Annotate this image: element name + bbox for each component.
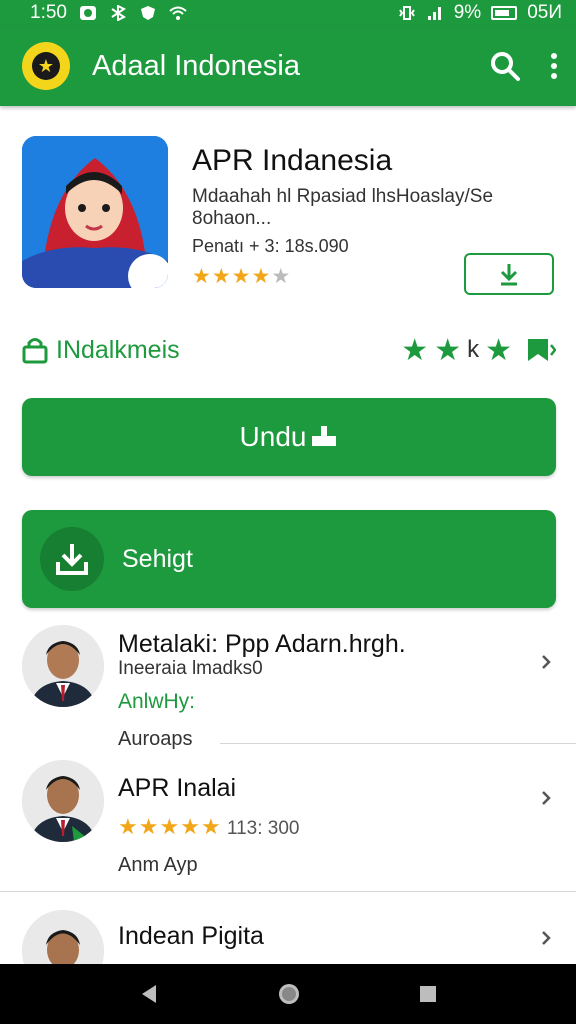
star-icon: ★ xyxy=(138,814,160,839)
notification-icon xyxy=(79,6,96,20)
more-vert-icon[interactable] xyxy=(550,53,558,79)
divider xyxy=(220,743,576,744)
list-item-footer: Auroaps xyxy=(118,728,193,750)
star-icon: ★ xyxy=(211,265,232,288)
status-bar: 1:50 9% 05И xyxy=(0,0,576,26)
app-icon xyxy=(22,136,168,288)
navigation-bar xyxy=(0,964,576,1024)
star-icon: ★ xyxy=(200,814,222,839)
list-item-title: APR Inalai xyxy=(118,774,237,802)
star-icon: ★ xyxy=(271,265,292,288)
list-item-footer: Anm Ayp xyxy=(118,854,198,876)
home-icon[interactable] xyxy=(277,982,301,1006)
app-bar-title: Adaal Indonesia xyxy=(92,49,300,82)
app-header: APR Indanesia Mdaahah hl Rpasiad lhsHoas… xyxy=(22,136,556,296)
star-icon: ★ xyxy=(401,333,429,367)
list-item-rating: ★★★★★ 113: 300 xyxy=(118,814,300,840)
app-bar: ★ Adaal Indonesia xyxy=(0,26,576,106)
meta-row: INdalkmeis ★ ★ k ★ xyxy=(22,330,556,370)
star-icon: ★ xyxy=(192,265,212,288)
back-icon[interactable] xyxy=(138,983,160,1005)
app-name: APR Indanesia xyxy=(192,144,393,177)
battery-icon xyxy=(491,6,518,20)
install-button[interactable]: Undu xyxy=(22,398,556,476)
download-circle-icon xyxy=(40,527,104,591)
search-icon[interactable] xyxy=(490,51,520,81)
battery-percent: 9% xyxy=(453,2,482,23)
avatar xyxy=(22,625,104,707)
app-rating-stars: ★★★★★ xyxy=(192,264,291,289)
star-icon: ★ xyxy=(251,265,272,288)
wifi-icon xyxy=(169,6,187,20)
rating-count: 113: 300 xyxy=(226,818,300,839)
secondary-button[interactable]: Sehigt xyxy=(22,510,556,608)
list-item-title: Metalaki: Ppp Adarn.hrgh. xyxy=(118,630,406,658)
meta-label: INdalkmeis xyxy=(56,335,180,364)
bluetooth-icon xyxy=(111,5,126,21)
app-download-count: Penatı + 3: 18s.090 xyxy=(192,236,349,256)
star-icon: ★ xyxy=(434,333,462,367)
secondary-button-label: Sehigt xyxy=(122,544,193,573)
shield-icon xyxy=(140,6,155,20)
rating-stars: ★★★★★ xyxy=(118,814,222,839)
chevron-right-icon xyxy=(542,931,551,945)
signal-icon xyxy=(427,7,441,20)
chevron-right-icon xyxy=(542,655,551,669)
download-icon xyxy=(500,264,518,286)
star-icon: ★ xyxy=(180,814,201,839)
avatar xyxy=(22,760,104,842)
recents-icon[interactable] xyxy=(418,984,438,1004)
vibrate-icon xyxy=(398,6,415,20)
app-description: Mdaahah hl Rpasiad lhsHoaslay/Se 8ohaon.… xyxy=(192,186,494,229)
star-icon: ★ xyxy=(485,333,512,367)
list-item[interactable]: Metalaki: Ppp Adarn.hrgh. Ineeraia lmadk… xyxy=(0,616,576,752)
list-item-subtitle: Ineeraia lmadks0 xyxy=(118,658,263,679)
list-item[interactable]: Indean Pigita xyxy=(0,892,576,992)
chevron-right-icon xyxy=(542,791,551,805)
install-button-label: Undu xyxy=(239,421,307,452)
app-logo-icon[interactable]: ★ xyxy=(22,42,70,90)
star-icon: ★ xyxy=(159,814,181,839)
star-icon: ★ xyxy=(231,265,252,288)
star-icon: ★ xyxy=(118,814,139,839)
download-tray-icon xyxy=(312,426,337,446)
status-clock-right: 05И xyxy=(527,2,562,23)
list-item[interactable]: APR Inalai ★★★★★ 113: 300 Anm Ayp xyxy=(0,752,576,892)
download-button[interactable] xyxy=(464,253,554,295)
list-item-green-text: AnlwHy: xyxy=(118,690,196,713)
list-item-title: Indean Pigita xyxy=(118,922,264,950)
k-icon: k xyxy=(467,336,480,363)
status-time: 1:50 xyxy=(30,2,67,23)
lock-icon xyxy=(22,338,48,364)
bookmark-icon[interactable] xyxy=(526,336,556,364)
